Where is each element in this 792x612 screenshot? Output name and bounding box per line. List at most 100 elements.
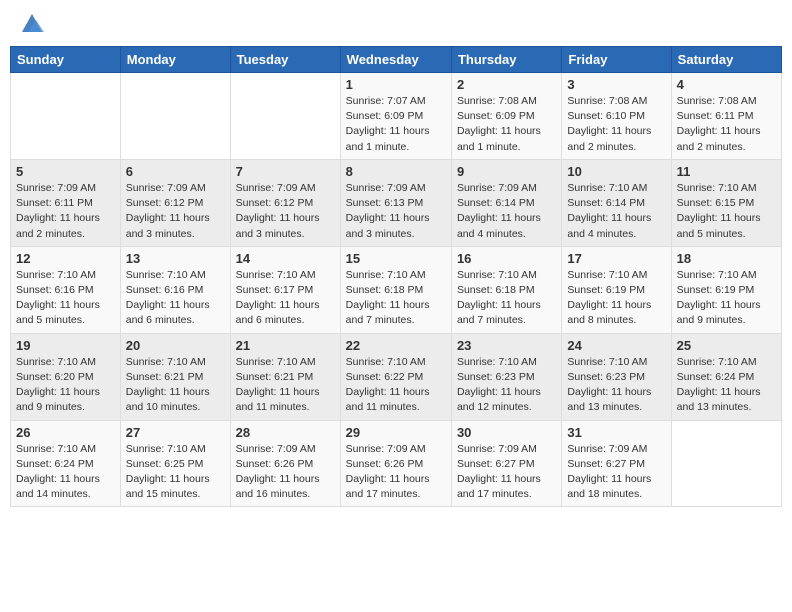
- day-info: Sunrise: 7:08 AM Sunset: 6:10 PM Dayligh…: [567, 94, 665, 155]
- day-info: Sunrise: 7:10 AM Sunset: 6:20 PM Dayligh…: [16, 355, 115, 416]
- day-info: Sunrise: 7:10 AM Sunset: 6:23 PM Dayligh…: [567, 355, 665, 416]
- day-number: 24: [567, 338, 665, 353]
- weekday-header-row: SundayMondayTuesdayWednesdayThursdayFrid…: [11, 47, 782, 73]
- day-info: Sunrise: 7:10 AM Sunset: 6:16 PM Dayligh…: [126, 268, 225, 329]
- day-number: 21: [236, 338, 335, 353]
- day-number: 16: [457, 251, 556, 266]
- calendar-cell: 30 Sunrise: 7:09 AM Sunset: 6:27 PM Dayli…: [451, 420, 561, 507]
- day-info: Sunrise: 7:10 AM Sunset: 6:14 PM Dayligh…: [567, 181, 665, 242]
- day-info: Sunrise: 7:10 AM Sunset: 6:18 PM Dayligh…: [457, 268, 556, 329]
- day-number: 30: [457, 425, 556, 440]
- calendar-cell: 8 Sunrise: 7:09 AM Sunset: 6:13 PM Daylig…: [340, 159, 451, 246]
- day-number: 15: [346, 251, 446, 266]
- calendar-cell: 13 Sunrise: 7:10 AM Sunset: 6:16 PM Dayli…: [120, 246, 230, 333]
- calendar-cell: 14 Sunrise: 7:10 AM Sunset: 6:17 PM Dayli…: [230, 246, 340, 333]
- day-number: 23: [457, 338, 556, 353]
- calendar-cell: 27 Sunrise: 7:10 AM Sunset: 6:25 PM Dayli…: [120, 420, 230, 507]
- day-number: 1: [346, 77, 446, 92]
- day-info: Sunrise: 7:10 AM Sunset: 6:21 PM Dayligh…: [126, 355, 225, 416]
- day-number: 25: [677, 338, 776, 353]
- week-row-5: 26Sunrise: 7:10 AM Sunset: 6:24 PM Dayli…: [11, 420, 782, 507]
- calendar-cell: 18Sunrise: 7:10 AM Sunset: 6:19 PM Dayli…: [671, 246, 781, 333]
- calendar-cell: 7Sunrise: 7:09 AM Sunset: 6:12 PM Daylig…: [230, 159, 340, 246]
- day-info: Sunrise: 7:10 AM Sunset: 6:23 PM Dayligh…: [457, 355, 556, 416]
- day-info: Sunrise: 7:10 AM Sunset: 6:24 PM Dayligh…: [16, 442, 115, 503]
- calendar-cell: [11, 73, 121, 160]
- calendar-cell: 28Sunrise: 7:09 AM Sunset: 6:26 PM Dayli…: [230, 420, 340, 507]
- weekday-header-thursday: Thursday: [451, 47, 561, 73]
- day-info: Sunrise: 7:10 AM Sunset: 6:25 PM Dayligh…: [126, 442, 225, 503]
- calendar-cell: 20 Sunrise: 7:10 AM Sunset: 6:21 PM Dayli…: [120, 333, 230, 420]
- day-number: 31: [567, 425, 665, 440]
- day-info: Sunrise: 7:10 AM Sunset: 6:21 PM Dayligh…: [236, 355, 335, 416]
- day-info: Sunrise: 7:09 AM Sunset: 6:27 PM Dayligh…: [457, 442, 556, 503]
- calendar-cell: 11 Sunrise: 7:10 AM Sunset: 6:15 PM Dayli…: [671, 159, 781, 246]
- day-info: Sunrise: 7:09 AM Sunset: 6:13 PM Dayligh…: [346, 181, 446, 242]
- day-info: Sunrise: 7:09 AM Sunset: 6:27 PM Dayligh…: [567, 442, 665, 503]
- week-row-2: 5Sunrise: 7:09 AM Sunset: 6:11 PM Daylig…: [11, 159, 782, 246]
- calendar-cell: [671, 420, 781, 507]
- calendar-cell: 15 Sunrise: 7:10 AM Sunset: 6:18 PM Dayli…: [340, 246, 451, 333]
- calendar-cell: 31 Sunrise: 7:09 AM Sunset: 6:27 PM Dayli…: [562, 420, 671, 507]
- day-number: 20: [126, 338, 225, 353]
- calendar-cell: 9Sunrise: 7:09 AM Sunset: 6:14 PM Daylig…: [451, 159, 561, 246]
- day-info: Sunrise: 7:09 AM Sunset: 6:26 PM Dayligh…: [346, 442, 446, 503]
- day-info: Sunrise: 7:10 AM Sunset: 6:24 PM Dayligh…: [677, 355, 776, 416]
- day-number: 12: [16, 251, 115, 266]
- calendar-cell: 3 Sunrise: 7:08 AM Sunset: 6:10 PM Daylig…: [562, 73, 671, 160]
- calendar-cell: 17 Sunrise: 7:10 AM Sunset: 6:19 PM Dayli…: [562, 246, 671, 333]
- day-info: Sunrise: 7:09 AM Sunset: 6:12 PM Dayligh…: [236, 181, 335, 242]
- calendar-cell: 26Sunrise: 7:10 AM Sunset: 6:24 PM Dayli…: [11, 420, 121, 507]
- day-info: Sunrise: 7:10 AM Sunset: 6:18 PM Dayligh…: [346, 268, 446, 329]
- day-number: 5: [16, 164, 115, 179]
- day-number: 14: [236, 251, 335, 266]
- day-number: 10: [567, 164, 665, 179]
- calendar-cell: 6Sunrise: 7:09 AM Sunset: 6:12 PM Daylig…: [120, 159, 230, 246]
- day-number: 3: [567, 77, 665, 92]
- calendar-cell: [120, 73, 230, 160]
- day-number: 27: [126, 425, 225, 440]
- day-info: Sunrise: 7:10 AM Sunset: 6:17 PM Dayligh…: [236, 268, 335, 329]
- day-number: 13: [126, 251, 225, 266]
- day-info: Sunrise: 7:10 AM Sunset: 6:19 PM Dayligh…: [677, 268, 776, 329]
- calendar-cell: 1Sunrise: 7:07 AM Sunset: 6:09 PM Daylig…: [340, 73, 451, 160]
- day-info: Sunrise: 7:08 AM Sunset: 6:09 PM Dayligh…: [457, 94, 556, 155]
- calendar-cell: 16 Sunrise: 7:10 AM Sunset: 6:18 PM Dayli…: [451, 246, 561, 333]
- day-info: Sunrise: 7:08 AM Sunset: 6:11 PM Dayligh…: [677, 94, 776, 155]
- calendar-cell: 25 Sunrise: 7:10 AM Sunset: 6:24 PM Dayli…: [671, 333, 781, 420]
- week-row-1: 1Sunrise: 7:07 AM Sunset: 6:09 PM Daylig…: [11, 73, 782, 160]
- week-row-3: 12 Sunrise: 7:10 AM Sunset: 6:16 PM Dayli…: [11, 246, 782, 333]
- day-number: 8: [346, 164, 446, 179]
- calendar-cell: 5Sunrise: 7:09 AM Sunset: 6:11 PM Daylig…: [11, 159, 121, 246]
- weekday-header-tuesday: Tuesday: [230, 47, 340, 73]
- day-info: Sunrise: 7:09 AM Sunset: 6:14 PM Dayligh…: [457, 181, 556, 242]
- logo: [14, 10, 46, 38]
- day-number: 29: [346, 425, 446, 440]
- calendar-cell: 2 Sunrise: 7:08 AM Sunset: 6:09 PM Daylig…: [451, 73, 561, 160]
- day-number: 4: [677, 77, 776, 92]
- calendar-cell: 21 Sunrise: 7:10 AM Sunset: 6:21 PM Dayli…: [230, 333, 340, 420]
- calendar-cell: 23 Sunrise: 7:10 AM Sunset: 6:23 PM Dayli…: [451, 333, 561, 420]
- day-number: 22: [346, 338, 446, 353]
- calendar-cell: [230, 73, 340, 160]
- weekday-header-friday: Friday: [562, 47, 671, 73]
- calendar-cell: 10 Sunrise: 7:10 AM Sunset: 6:14 PM Dayli…: [562, 159, 671, 246]
- day-info: Sunrise: 7:10 AM Sunset: 6:15 PM Dayligh…: [677, 181, 776, 242]
- weekday-header-monday: Monday: [120, 47, 230, 73]
- day-number: 17: [567, 251, 665, 266]
- weekday-header-wednesday: Wednesday: [340, 47, 451, 73]
- calendar-cell: 19 Sunrise: 7:10 AM Sunset: 6:20 PM Dayli…: [11, 333, 121, 420]
- calendar-cell: 12Sunrise: 7:10 AM Sunset: 6:16 PM Dayli…: [11, 246, 121, 333]
- calendar-table: SundayMondayTuesdayWednesdayThursdayFrid…: [10, 46, 782, 507]
- day-info: Sunrise: 7:10 AM Sunset: 6:22 PM Dayligh…: [346, 355, 446, 416]
- day-number: 11: [677, 164, 776, 179]
- day-number: 19: [16, 338, 115, 353]
- day-number: 6: [126, 164, 225, 179]
- page-header: [10, 10, 782, 38]
- calendar-cell: 29 Sunrise: 7:09 AM Sunset: 6:26 PM Dayli…: [340, 420, 451, 507]
- day-number: 2: [457, 77, 556, 92]
- weekday-header-sunday: Sunday: [11, 47, 121, 73]
- weekday-header-saturday: Saturday: [671, 47, 781, 73]
- day-info: Sunrise: 7:09 AM Sunset: 6:26 PM Dayligh…: [236, 442, 335, 503]
- day-info: Sunrise: 7:10 AM Sunset: 6:19 PM Dayligh…: [567, 268, 665, 329]
